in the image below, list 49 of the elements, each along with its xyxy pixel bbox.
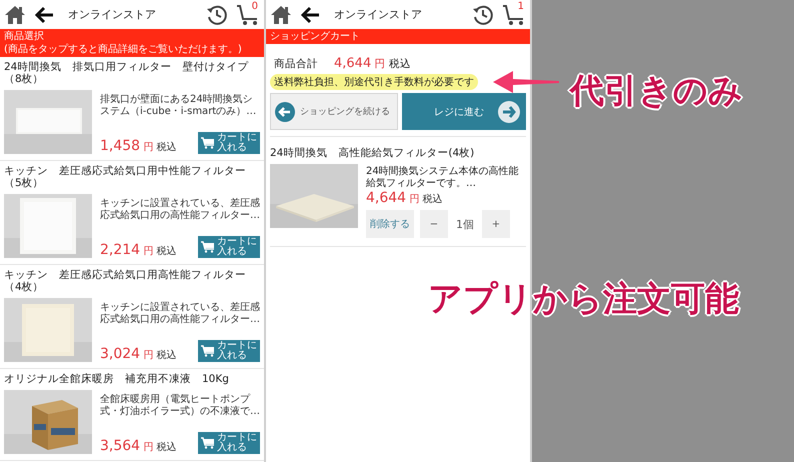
store-title: オンラインストア (333, 7, 423, 22)
cart-icon (201, 137, 215, 149)
product-price: 2,214 円 税込 (100, 242, 176, 258)
product-price: 1,458 円 税込 (100, 138, 176, 154)
product-name[interactable]: オリジナル全館床暖房 補充用不凍液 10Kg (4, 373, 260, 385)
product-price: 3,024 円 税込 (100, 346, 176, 362)
product-name[interactable]: 24時間換気 排気口用フィルター 壁付けタイプ（8枚） (4, 61, 260, 85)
banner-hint: (商品をタップすると商品詳細をご覧いただけます。) (4, 43, 243, 56)
add-to-cart-button[interactable]: カートに入れる (198, 340, 260, 362)
increase-button[interactable]: + (482, 210, 510, 238)
cart-count: 1 (518, 2, 524, 12)
product-price: 3,564 円 税込 (100, 438, 176, 454)
product-name[interactable]: キッチン 差圧感応式給気口用高性能フィルター（4枚） (4, 269, 260, 293)
back-arrow-icon[interactable] (34, 6, 54, 24)
product-description: 24時間換気システム本体の高性能給気フィルターです。… (366, 166, 520, 190)
add-to-cart-button[interactable]: カートに入れる (198, 236, 260, 258)
cart-icon (201, 345, 215, 357)
cart-count: 0 (252, 2, 258, 12)
add-to-cart-button[interactable]: カートに入れる (198, 132, 260, 154)
add-to-cart-button[interactable]: カートに入れる (198, 432, 260, 454)
product-price: 4,644 円 税込 (366, 190, 444, 206)
continue-shopping-button[interactable]: ショッピングを続ける (270, 93, 398, 130)
cart-icon[interactable] (502, 4, 526, 26)
history-icon[interactable] (206, 4, 228, 26)
banner-title: 商品選択 (4, 30, 45, 43)
history-icon[interactable] (472, 4, 494, 26)
home-icon[interactable] (270, 4, 292, 24)
cart-icon (201, 437, 215, 449)
cart-total: 商品合計 4,644 円 税込 (273, 56, 412, 71)
back-arrow-icon[interactable] (300, 6, 320, 24)
pointer-arrow (493, 71, 559, 93)
decrease-button[interactable]: − (420, 210, 448, 238)
home-icon[interactable] (4, 4, 26, 24)
product-description: 全館床暖房用（電気ヒートポンプ式・灯油ボイラー式）の不凍液で… (100, 394, 260, 418)
quantity: 1個 (455, 216, 475, 232)
banner-title: ショッピングカート (270, 30, 361, 43)
product-description: キッチンに設置されている、差圧感応式給気口用の高性能フィルター… (100, 302, 260, 326)
annotation-text: アプリから注文可能 (428, 278, 739, 321)
product-description: キッチンに設置されている、差圧感応式給気口用の高性能フィルター… (100, 198, 260, 222)
cart-icon (201, 241, 215, 253)
checkout-button[interactable]: レジに進む (402, 93, 526, 130)
product-description: 排気口が壁面にある24時間換気システム（i-cube・i-smartのみ）… (100, 94, 258, 118)
annotation-text: 代引きのみ (570, 70, 743, 113)
product-name[interactable]: キッチン 差圧感応式給気口用中性能フィルター（5枚） (4, 165, 260, 189)
cart-icon[interactable] (236, 4, 260, 26)
shipping-note: 送料弊社負担、別途代引き手数料が必要です (270, 74, 478, 90)
delete-button[interactable]: 削除する (366, 210, 414, 238)
product-name[interactable]: 24時間換気 高性能給気フィルター(4枚) (270, 147, 526, 159)
store-title: オンラインストア (67, 7, 157, 22)
